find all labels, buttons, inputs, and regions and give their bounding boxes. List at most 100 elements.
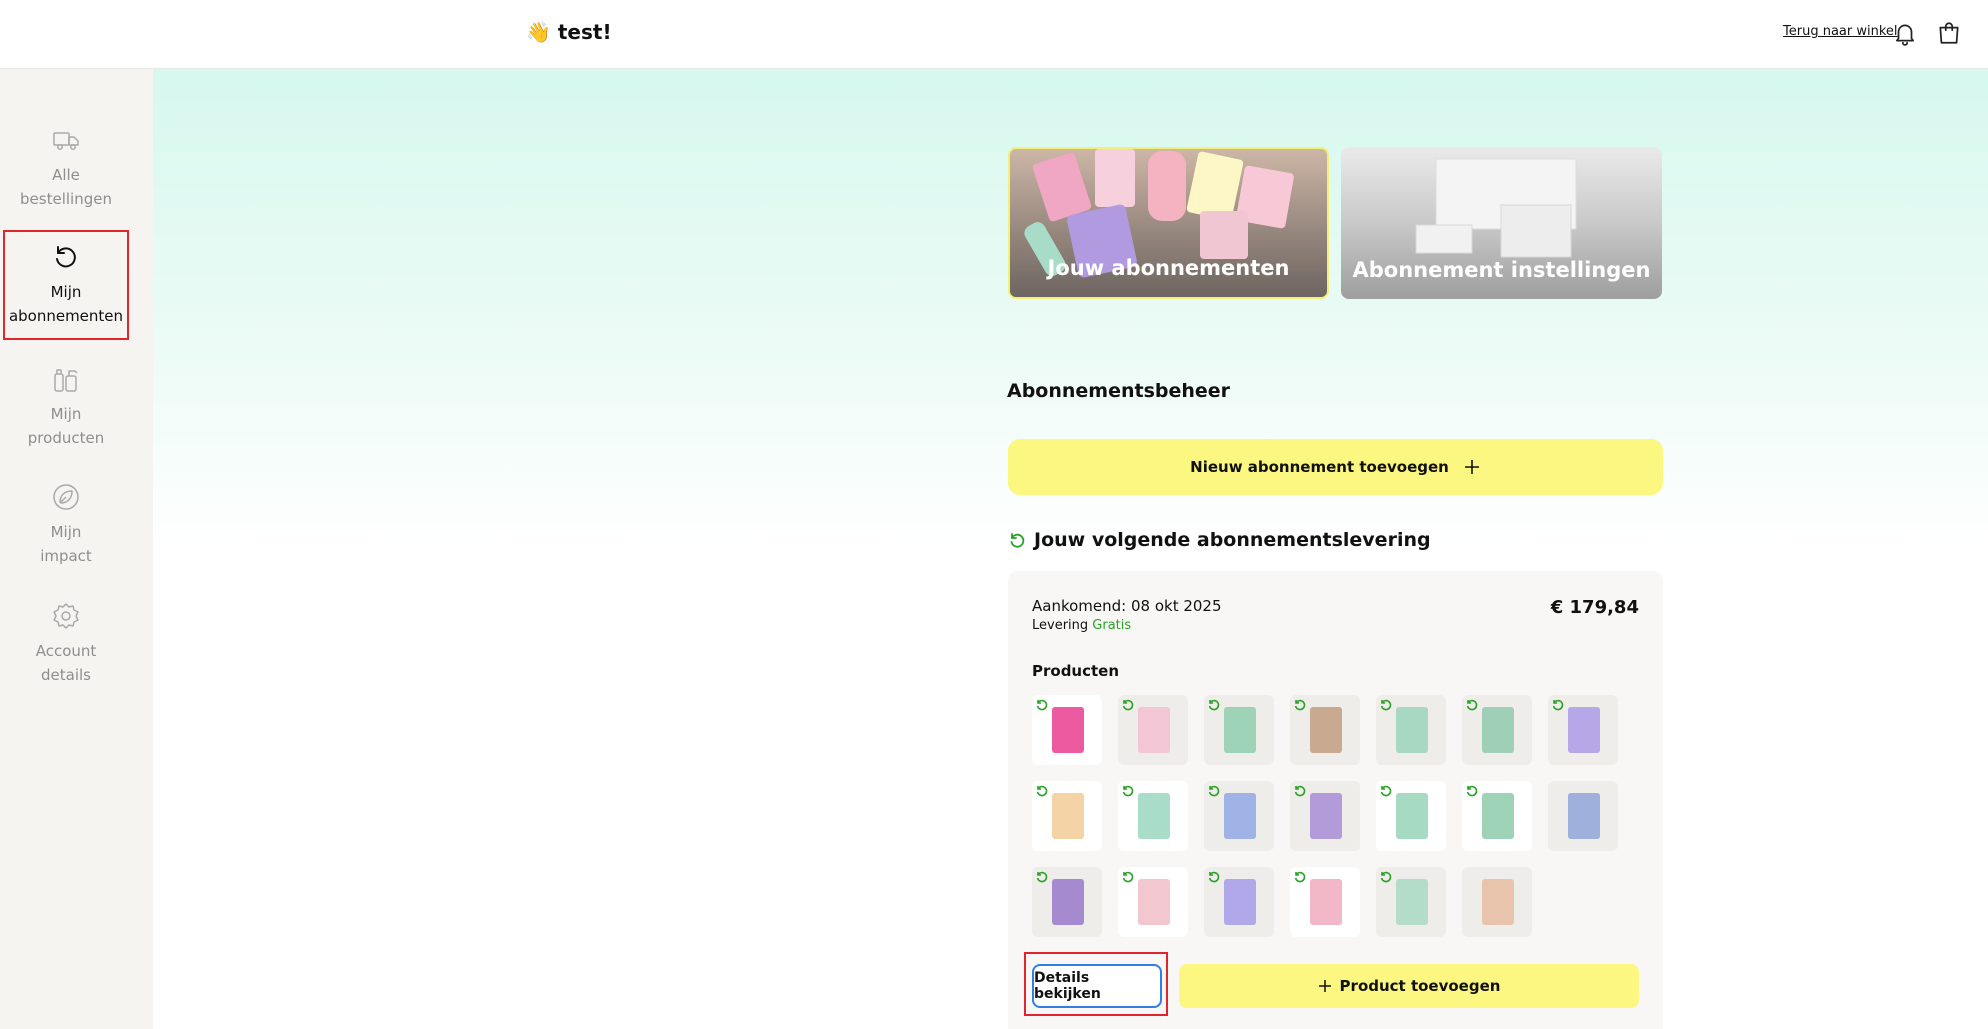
recurring-icon — [1036, 785, 1048, 797]
product-thumbnail[interactable] — [1376, 781, 1446, 851]
sidebar-item-label: Mijn — [50, 405, 82, 423]
refresh-icon — [56, 246, 76, 268]
product-thumbnail[interactable] — [1204, 695, 1274, 765]
product-package-image — [1138, 707, 1170, 753]
recurring-icon — [1208, 871, 1220, 883]
product-package-image — [1310, 793, 1342, 839]
delivery-truck-icon — [53, 132, 79, 150]
sidebar-item-products[interactable]: Mijn producten — [3, 364, 129, 450]
recurring-icon — [1552, 699, 1564, 711]
next-delivery-title: Jouw volgende abonnementslevering — [1034, 529, 1431, 551]
recurring-icon — [1036, 699, 1048, 711]
sidebar-item-label: Mijn — [50, 523, 82, 541]
sidebar-item-subscriptions[interactable]: Mijn abonnementen — [3, 230, 129, 340]
product-package-image — [1052, 793, 1084, 839]
bell-icon[interactable] — [1892, 20, 1918, 46]
sidebar-item-label: abonnementen — [8, 307, 124, 325]
recurring-icon — [1010, 533, 1025, 548]
product-package-image — [1052, 879, 1084, 925]
product-package-image — [1568, 707, 1600, 753]
add-product-label: Product toevoegen — [1339, 977, 1501, 995]
product-package-image — [1482, 707, 1514, 753]
tile-my-subscriptions[interactable]: Jouw abonnementen — [1008, 147, 1329, 299]
sidebar-item-label: details — [41, 666, 91, 684]
delivery-label: Levering — [1032, 618, 1089, 633]
recurring-icon — [1208, 785, 1220, 797]
tile-label: Abonnement instellingen — [1352, 258, 1651, 282]
product-package-image — [1568, 793, 1600, 839]
recurring-icon — [1122, 699, 1134, 711]
product-package-image — [1138, 879, 1170, 925]
product-package-image — [1224, 793, 1256, 839]
sidebar-item-impact[interactable]: Mijn impact — [3, 482, 129, 568]
product-package-image — [1310, 879, 1342, 925]
recurring-icon — [1122, 785, 1134, 797]
recurring-icon — [1380, 871, 1392, 883]
next-delivery-heading: Jouw volgende abonnementslevering — [1008, 529, 1431, 551]
cleaning-bottles-icon — [54, 369, 78, 392]
sidebar-item-label: Alle — [52, 166, 80, 184]
recurring-icon — [1466, 785, 1478, 797]
add-product-button[interactable]: Product toevoegen — [1179, 964, 1639, 1008]
product-package-image — [1224, 879, 1256, 925]
sidebar-item-label: producten — [27, 429, 105, 447]
product-package-image — [1396, 793, 1428, 839]
product-thumbnail[interactable] — [1032, 781, 1102, 851]
sidebar-item-orders[interactable]: Alle bestellingen — [3, 125, 129, 211]
back-to-shop-link[interactable]: Terug naar winkel — [1783, 24, 1898, 39]
product-thumbnail[interactable] — [1376, 867, 1446, 937]
top-bar: 👋 test! Terug naar winkel — [0, 0, 1988, 69]
sidebar-item-label: Account — [35, 642, 97, 660]
plus-icon — [1464, 460, 1479, 474]
delivery-cost: Gratis — [1092, 618, 1132, 633]
product-thumbnail[interactable] — [1204, 867, 1274, 937]
product-thumbnail[interactable] — [1290, 695, 1360, 765]
tile-subscription-settings[interactable]: Abonnement instellingen — [1341, 147, 1662, 299]
delivery-info: Levering Gratis — [1032, 618, 1131, 633]
sidebar: Alle bestellingen Mijn abonnementen Mijn… — [0, 69, 153, 1029]
recurring-icon — [1294, 785, 1306, 797]
product-thumbnail[interactable] — [1290, 781, 1360, 851]
product-thumbnail[interactable] — [1376, 695, 1446, 765]
recurring-icon — [1380, 785, 1392, 797]
product-thumbnail[interactable] — [1118, 781, 1188, 851]
product-thumbnail[interactable] — [1548, 781, 1618, 851]
product-thumbnail[interactable] — [1462, 867, 1532, 937]
section-title-management: Abonnementsbeheer — [1007, 380, 1231, 402]
product-package-image — [1138, 793, 1170, 839]
leaf-icon — [53, 484, 79, 510]
add-subscription-label: Nieuw abonnement toevoegen — [1190, 458, 1449, 476]
recurring-icon — [1380, 699, 1392, 711]
product-thumbnail[interactable] — [1032, 867, 1102, 937]
plus-icon — [1318, 980, 1331, 992]
product-package-image — [1052, 707, 1084, 753]
recurring-icon — [1466, 699, 1478, 711]
product-package-image — [1396, 707, 1428, 753]
gear-icon — [53, 603, 79, 629]
product-thumbnail[interactable] — [1204, 781, 1274, 851]
add-subscription-button[interactable]: Nieuw abonnement toevoegen — [1008, 439, 1663, 495]
greeting: 👋 test! — [526, 20, 612, 44]
product-package-image — [1482, 793, 1514, 839]
tile-label: Jouw abonnementen — [1047, 256, 1290, 280]
product-package-image — [1224, 707, 1256, 753]
shopping-bag-icon[interactable] — [1936, 20, 1962, 46]
product-thumbnail[interactable] — [1032, 695, 1102, 765]
product-thumbnail[interactable] — [1462, 695, 1532, 765]
recurring-icon — [1294, 871, 1306, 883]
product-package-image — [1396, 879, 1428, 925]
arrival-date: Aankomend: 08 okt 2025 — [1032, 597, 1222, 615]
sidebar-item-label: impact — [40, 547, 92, 565]
product-thumbnail[interactable] — [1118, 867, 1188, 937]
view-details-button[interactable]: Details bekijken — [1032, 964, 1162, 1008]
product-package-image — [1310, 707, 1342, 753]
sidebar-item-label: Mijn — [50, 283, 82, 301]
sidebar-item-account[interactable]: Account details — [3, 601, 129, 687]
product-thumbnail[interactable] — [1548, 695, 1618, 765]
product-thumbnail[interactable] — [1290, 867, 1360, 937]
product-thumbnail[interactable] — [1118, 695, 1188, 765]
product-package-image — [1482, 879, 1514, 925]
product-thumbnail[interactable] — [1462, 781, 1532, 851]
recurring-icon — [1294, 699, 1306, 711]
recurring-icon — [1036, 871, 1048, 883]
